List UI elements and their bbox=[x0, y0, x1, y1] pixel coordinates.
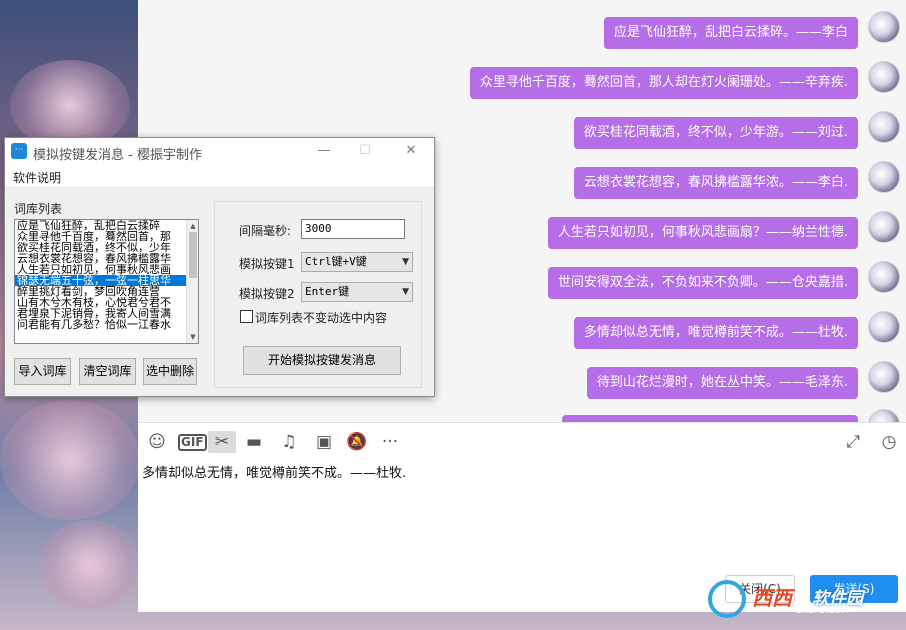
avatar[interactable] bbox=[868, 311, 900, 343]
list-item[interactable]: 醉里挑灯看剑，梦回吹角连营 bbox=[15, 286, 187, 297]
smiley-icon[interactable]: ☺ bbox=[146, 431, 168, 453]
minimize-button[interactable]: — bbox=[309, 141, 339, 161]
list-item[interactable]: 君埋泉下泥销骨，我寄人间雪满 bbox=[15, 308, 187, 319]
key2-value: Enter键 bbox=[305, 285, 350, 298]
avatar[interactable] bbox=[868, 261, 900, 293]
message-bubble[interactable]: 欲买桂花同载酒，终不似，少年游。——刘过. bbox=[573, 117, 858, 149]
message-bubble[interactable]: 云想衣裳花想容，春风拂槛露华浓。——李白. bbox=[573, 167, 858, 199]
message-bubble-partial bbox=[562, 415, 858, 422]
list-scrollbar[interactable]: ▲ ▼ bbox=[186, 220, 198, 343]
watermark-circle-icon bbox=[708, 580, 746, 618]
message-row: 众里寻他千百度，蓦然回首，那人却在灯火阑珊处。——辛弃疾. bbox=[138, 61, 906, 107]
chevron-down-icon: ▼ bbox=[402, 257, 409, 267]
clock-icon[interactable]: ◷ bbox=[878, 431, 900, 453]
menu-help[interactable]: 软件说明 bbox=[13, 169, 61, 186]
folder-icon[interactable]: ▬ bbox=[242, 431, 266, 453]
watermark-brand: 西西 bbox=[752, 586, 792, 610]
message-bubble[interactable]: 众里寻他千百度，蓦然回首，那人却在灯火阑珊处。——辛弃疾. bbox=[469, 67, 858, 99]
avatar[interactable] bbox=[868, 161, 900, 193]
scroll-down-icon[interactable]: ▼ bbox=[188, 332, 198, 342]
keep-selection-label[interactable]: 词库列表不变动选中内容 bbox=[255, 309, 387, 326]
expand-icon[interactable]: ⤢ bbox=[842, 431, 864, 453]
list-item[interactable]: 欲买桂花同载酒，终不似，少年 bbox=[15, 242, 187, 253]
menu-bar: 软件说明 bbox=[5, 166, 434, 188]
list-label: 词库列表 bbox=[14, 202, 63, 216]
list-item[interactable]: 问君能有几多愁？恰似一江春水 bbox=[15, 319, 187, 330]
more-icon[interactable]: ··· bbox=[376, 431, 404, 453]
message-bubble[interactable]: 世间安得双全法，不负如来不负卿。——仓央嘉措. bbox=[547, 267, 858, 299]
message-bubble[interactable]: 多情却似总无情，唯觉樽前笑不成。——杜牧. bbox=[573, 317, 858, 349]
list-item[interactable]: 人生若只如初见，何事秋风悲画 bbox=[15, 264, 187, 275]
list-item[interactable]: 众里寻他千百度，蓦然回首，那 bbox=[15, 231, 187, 242]
avatar[interactable] bbox=[868, 61, 900, 93]
delete-selected-button[interactable]: 选中删除 bbox=[143, 358, 197, 385]
start-button[interactable]: 开始模拟按键发消息 bbox=[243, 346, 401, 375]
app-window: ··· 模拟按键发消息 - 樱振宇制作 — ☐ ✕ 软件说明 词库列表 应是飞仙… bbox=[4, 137, 435, 397]
list-item[interactable]: 云想衣裳花想容，春风拂槛露华 bbox=[15, 253, 187, 264]
message-bubble[interactable]: 待到山花烂漫时，她在丛中笑。——毛泽东. bbox=[586, 367, 858, 399]
scroll-up-icon[interactable]: ▲ bbox=[188, 221, 198, 231]
key1-value: Ctrl键+V键 bbox=[305, 255, 367, 268]
watermark-url: CR173.COM bbox=[796, 606, 850, 616]
bell-off-icon[interactable]: 🔕 bbox=[346, 431, 368, 453]
import-button[interactable]: 导入词库 bbox=[14, 358, 71, 385]
avatar[interactable] bbox=[868, 211, 900, 243]
key2-select[interactable]: Enter键 ▼ bbox=[301, 282, 413, 302]
phrase-listbox[interactable]: 应是飞仙狂醉，乱把白云揉碎 众里寻他千百度，蓦然回首，那 欲买桂花同载酒，终不似… bbox=[14, 219, 199, 344]
clear-button[interactable]: 清空词库 bbox=[79, 358, 136, 385]
title-bar[interactable]: ··· 模拟按键发消息 - 樱振宇制作 — ☐ ✕ bbox=[5, 138, 434, 166]
chat-toolbar: ☺ GIF ✂ ▬ ♫ ▣ 🔕 ··· ⤢ ◷ bbox=[138, 422, 906, 460]
settings-group: 间隔毫秒: 3000 模拟按键1 Ctrl键+V键 ▼ 模拟按键2 Enter键… bbox=[214, 201, 422, 388]
key1-select[interactable]: Ctrl键+V键 ▼ bbox=[301, 252, 413, 272]
scissors-icon[interactable]: ✂ bbox=[208, 431, 236, 453]
avatar[interactable] bbox=[868, 361, 900, 393]
list-item[interactable]: 应是飞仙狂醉，乱把白云揉碎 bbox=[15, 220, 187, 231]
avatar[interactable] bbox=[868, 11, 900, 43]
interval-input[interactable]: 3000 bbox=[301, 219, 405, 239]
message-input[interactable]: 多情却似总无情，唯觉樽前笑不成。——杜牧. bbox=[142, 462, 406, 481]
message-row: 应是飞仙狂醉，乱把白云揉碎。——李白 bbox=[138, 11, 906, 57]
message-bubble[interactable]: 应是飞仙狂醉，乱把白云揉碎。——李白 bbox=[603, 17, 858, 49]
window-title: 模拟按键发消息 - 樱振宇制作 bbox=[33, 148, 202, 163]
close-window-button[interactable]: ✕ bbox=[396, 141, 426, 161]
avatar bbox=[868, 409, 900, 422]
keep-selection-checkbox[interactable] bbox=[240, 310, 253, 323]
gif-button[interactable]: GIF bbox=[178, 434, 207, 451]
message-bubble[interactable]: 人生若只如初见，何事秋风悲画扇？——纳兰性德. bbox=[547, 217, 858, 249]
watermark-logo: 西西 软件园 CR173.COM bbox=[708, 578, 900, 622]
interval-label: 间隔毫秒: bbox=[239, 224, 292, 238]
avatar[interactable] bbox=[868, 111, 900, 143]
app-client-area: 词库列表 应是飞仙狂醉，乱把白云揉碎 众里寻他千百度，蓦然回首，那 欲买桂花同载… bbox=[5, 188, 434, 396]
list-item[interactable]: 山有木兮木有枝，心悦君兮君不 bbox=[15, 297, 187, 308]
maximize-button: ☐ bbox=[359, 143, 371, 158]
music-icon[interactable]: ♫ bbox=[278, 431, 300, 453]
message-row bbox=[138, 409, 906, 422]
image-icon[interactable]: ▣ bbox=[312, 431, 336, 453]
app-icon: ··· bbox=[11, 143, 27, 159]
scroll-thumb[interactable] bbox=[189, 232, 197, 278]
list-item-selected[interactable]: 锦瑟无端五十弦，一弦一柱思华 bbox=[15, 275, 187, 286]
key1-label: 模拟按键1 bbox=[239, 257, 295, 271]
chevron-down-icon: ▼ bbox=[402, 287, 409, 297]
key2-label: 模拟按键2 bbox=[239, 287, 295, 301]
